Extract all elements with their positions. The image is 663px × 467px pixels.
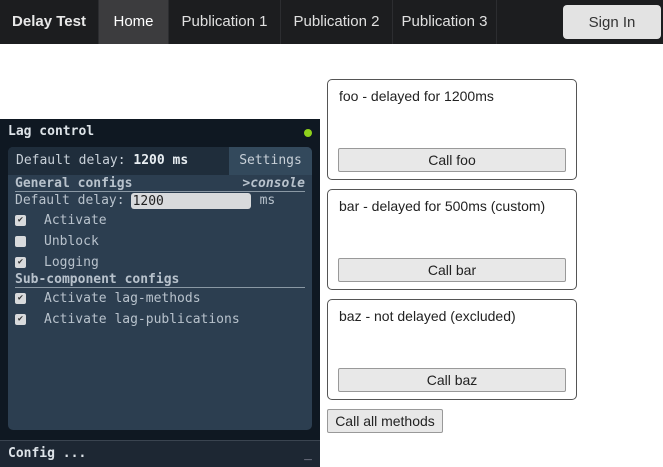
general-configs-heading: General configs [15,176,133,191]
sign-in-button[interactable]: Sign In [563,5,661,39]
option-logging[interactable]: ✔ Logging [15,252,312,273]
method-title: baz - not delayed (excluded) [339,308,516,324]
option-label: Logging [44,255,99,270]
tab-value: 1200 ms [133,153,189,168]
option-label: Unblock [44,234,99,249]
call-bar-button[interactable]: Call bar [338,258,566,282]
method-card-baz: baz - not delayed (excluded) Call baz [327,299,577,400]
lag-control-panel: Lag control Default delay: 1200 ms Setti… [0,119,320,467]
nav-home[interactable]: Home [98,0,168,44]
method-card-bar: bar - delayed for 500ms (custom) Call ba… [327,189,577,290]
nav-publication-1[interactable]: Publication 1 [168,0,280,44]
option-label: Activate lag-methods [44,291,201,306]
method-title: bar - delayed for 500ms (custom) [339,198,546,214]
lag-settings-box: Default delay: 1200 ms Settings General … [8,147,312,430]
status-dot-icon [304,129,312,137]
method-card-foo: foo - delayed for 1200ms Call foo [327,79,577,180]
tab-settings[interactable]: Settings [229,147,312,175]
call-baz-button[interactable]: Call baz [338,368,566,392]
panel-title: Lag control [8,124,95,139]
option-lag-methods[interactable]: ✔ Activate lag-methods [15,288,312,309]
option-label: Activate [44,213,107,228]
nav-publication-3[interactable]: Publication 3 [392,0,497,44]
tab-label: Default delay: [16,153,126,168]
option-lag-publications[interactable]: ✔ Activate lag-publications [15,309,312,330]
delay-label: Default delay: [15,193,125,208]
checkbox-lag-methods[interactable]: ✔ [15,293,26,304]
checkbox-lag-publications[interactable]: ✔ [15,314,26,325]
tab-default-delay[interactable]: Default delay: 1200 ms [8,147,229,175]
nav-publication-2[interactable]: Publication 2 [280,0,392,44]
default-delay-input[interactable] [130,193,251,209]
method-title: foo - delayed for 1200ms [339,88,494,104]
checkbox-activate[interactable]: ✔ [15,215,26,226]
call-all-methods-button[interactable]: Call all methods [327,409,443,433]
brand[interactable]: Delay Test [0,0,98,44]
config-bar[interactable]: Config ... _ [0,440,320,467]
sub-component-heading: Sub-component configs [15,272,180,287]
option-label: Activate lag-publications [44,312,240,327]
config-label: Config ... [8,446,87,461]
checkbox-unblock[interactable] [15,236,26,247]
checkbox-logging[interactable]: ✔ [15,257,26,268]
call-foo-button[interactable]: Call foo [338,148,566,172]
minimize-button[interactable]: _ [304,446,312,461]
delay-unit: ms [259,193,276,208]
option-activate[interactable]: ✔ Activate [15,210,312,231]
console-link[interactable]: >console [242,177,305,191]
option-unblock[interactable]: Unblock [15,231,312,252]
